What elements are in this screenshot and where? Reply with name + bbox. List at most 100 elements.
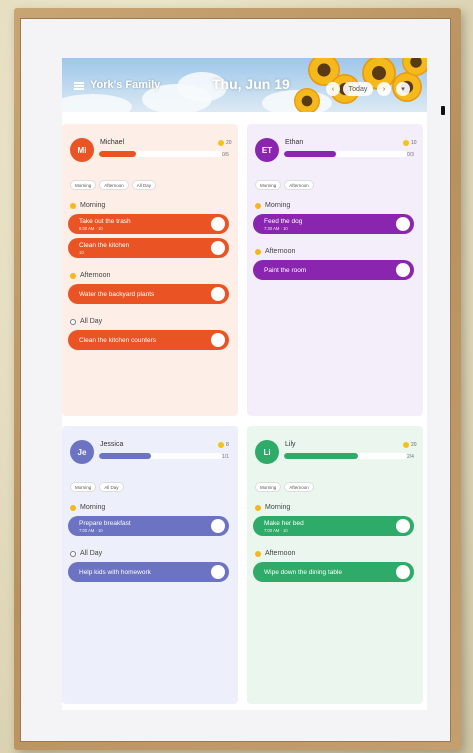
avatar[interactable]: Je	[70, 440, 94, 464]
complete-toggle[interactable]	[211, 287, 225, 301]
avatar[interactable]: Li	[255, 440, 279, 464]
complete-toggle[interactable]	[396, 565, 410, 579]
task-title: Water the backyard plants	[79, 290, 155, 298]
complete-toggle[interactable]	[211, 217, 225, 231]
filter-chip[interactable]: Morning	[70, 482, 97, 492]
section-label: Afternoon	[80, 272, 111, 279]
task-item[interactable]: Paint the room	[253, 260, 414, 280]
task-title: Paint the room	[264, 266, 307, 274]
task-title: Clean the kitchen	[79, 242, 130, 249]
section-label: All Day	[80, 318, 103, 325]
member-card: Mi Michael 20 0/5 Morning Afternoon All Day Mor…	[62, 124, 238, 416]
sun-icon	[70, 504, 76, 511]
completion-ratio: 1/1	[222, 454, 229, 460]
filter-chip[interactable]: All Day	[131, 180, 157, 190]
complete-toggle[interactable]	[211, 519, 225, 533]
menu-icon[interactable]	[74, 82, 84, 90]
task-item[interactable]: Clean the kitchen 10	[68, 238, 229, 258]
complete-toggle[interactable]	[211, 565, 225, 579]
progress-fill	[284, 453, 358, 459]
task-title: Feed the dog	[264, 218, 303, 225]
filter-chip[interactable]: Afternoon	[284, 180, 314, 190]
section-header: All Day	[70, 550, 102, 557]
chevron-left-icon: ‹	[331, 85, 335, 93]
section-label: All Day	[80, 550, 103, 557]
member-card: ET Ethan 10 0/3 Morning Afternoon Morning Feed …	[247, 124, 423, 416]
clock-icon	[70, 550, 76, 557]
task-title: Prepare breakfast	[79, 520, 131, 527]
task-title: Make her bed	[264, 520, 304, 527]
section-header: Morning	[70, 202, 105, 209]
member-name: Jessica	[100, 441, 124, 448]
task-meta: 7:00 AM · 10	[79, 528, 103, 533]
task-item[interactable]: Prepare breakfast 7:00 AM · 10	[68, 516, 229, 536]
filter-chip[interactable]: Morning	[70, 180, 97, 190]
complete-toggle[interactable]	[211, 333, 225, 347]
star-icon	[218, 140, 224, 146]
progress-fill	[99, 453, 151, 459]
filter-chips: Morning Afternoon	[255, 180, 314, 190]
filter-chip[interactable]: Afternoon	[284, 482, 314, 492]
filter-chips: Morning All Day	[70, 482, 124, 492]
star-icon	[218, 442, 224, 448]
task-item[interactable]: Water the backyard plants	[68, 284, 229, 304]
task-item[interactable]: Help kids with homework	[68, 562, 229, 582]
today-label: Today	[348, 85, 368, 93]
filter-button[interactable]: ▾	[396, 82, 410, 96]
filter-chip[interactable]: Morning	[255, 180, 282, 190]
task-item[interactable]: Wipe down the dining table	[253, 562, 414, 582]
star-icon	[403, 140, 409, 146]
progress-fill	[284, 151, 336, 157]
member-name: Michael	[100, 139, 125, 146]
member-card: Li Lily 20 2/4 Morning Afternoon Morning Make h…	[247, 426, 423, 704]
complete-toggle[interactable]	[396, 217, 410, 231]
star-count: 10	[411, 140, 417, 146]
filter-chips: Morning Afternoon All Day	[70, 180, 157, 190]
task-meta: 7:30 AM · 10	[264, 226, 288, 231]
sun-icon	[70, 202, 76, 209]
task-item[interactable]: Take out the trash 6:00 AM · 10	[68, 214, 229, 234]
section-header: Afternoon	[255, 248, 295, 255]
task-title: Take out the trash	[79, 218, 131, 225]
complete-toggle[interactable]	[396, 519, 410, 533]
filter-chip[interactable]: Afternoon	[99, 180, 129, 190]
task-item[interactable]: Feed the dog 7:30 AM · 10	[253, 214, 414, 234]
header-banner: York's Family Thu, Jun 19 ‹ Today › ▾	[62, 58, 427, 112]
next-day-button[interactable]: ›	[377, 82, 391, 96]
progress-fill	[99, 151, 136, 157]
member-name: Ethan	[285, 139, 304, 146]
progress-bar	[99, 151, 222, 157]
sun-icon	[70, 272, 76, 279]
star-icon	[403, 442, 409, 448]
star-count: 20	[226, 140, 232, 146]
current-date: Thu, Jun 19	[212, 76, 290, 92]
today-button[interactable]: Today	[343, 82, 373, 96]
progress-bar	[99, 453, 222, 459]
section-header: Afternoon	[70, 272, 110, 279]
completion-ratio: 2/4	[407, 454, 414, 460]
sun-icon	[255, 504, 261, 511]
section-header: Morning	[255, 504, 290, 511]
task-title: Clean the kitchen counters	[79, 336, 156, 344]
section-header: All Day	[70, 318, 102, 325]
prev-day-button[interactable]: ‹	[326, 82, 340, 96]
sun-icon	[255, 202, 261, 209]
complete-toggle[interactable]	[211, 241, 225, 255]
filter-chip[interactable]: Morning	[255, 482, 282, 492]
chevron-right-icon: ›	[382, 85, 386, 93]
family-name: York's Family	[90, 79, 161, 91]
completion-ratio: 0/5	[222, 152, 229, 158]
task-item[interactable]: Make her bed 7:00 AM · 10	[253, 516, 414, 536]
section-label: Morning	[80, 504, 106, 511]
task-meta: 10	[79, 250, 84, 255]
camera-sensor	[441, 106, 445, 115]
filter-chip[interactable]: All Day	[99, 482, 124, 492]
complete-toggle[interactable]	[396, 263, 410, 277]
task-item[interactable]: Clean the kitchen counters	[68, 330, 229, 350]
section-label: Afternoon	[265, 248, 296, 255]
task-title: Help kids with homework	[79, 568, 151, 576]
family-calendar-screen: York's Family Thu, Jun 19 ‹ Today › ▾ Mi…	[62, 58, 427, 710]
avatar[interactable]: Mi	[70, 138, 94, 162]
cloud	[62, 94, 132, 112]
avatar[interactable]: ET	[255, 138, 279, 162]
